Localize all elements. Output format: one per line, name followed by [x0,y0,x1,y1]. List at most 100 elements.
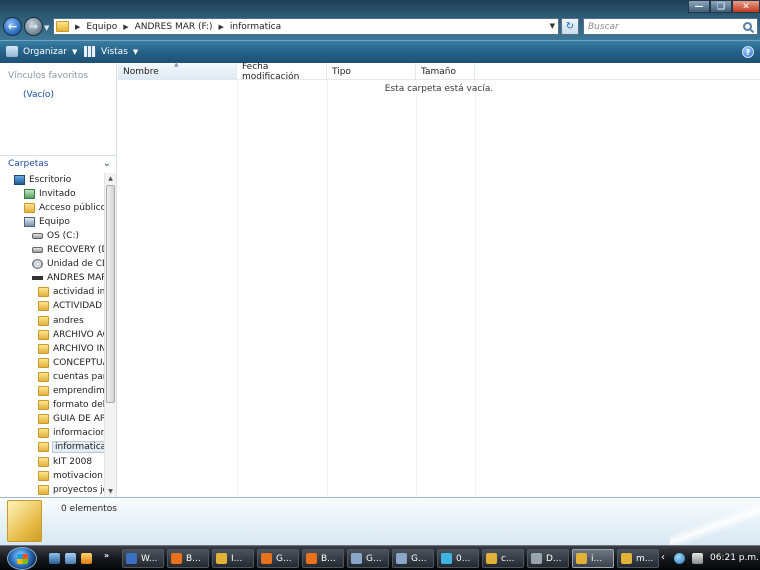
tree-item-label: OS (C:) [47,230,79,241]
tree-item-label: formato del [53,400,104,411]
forward-button[interactable]: → [24,17,43,36]
address-field[interactable]: ▶ Equipo ▶ ANDRES MAR (F:) ▶ informatica… [53,18,559,35]
minimize-button[interactable]: — [688,0,710,13]
taskbar-button[interactable]: D... [527,549,569,568]
column-divider [416,80,417,497]
taskbar-button-label: m... [636,553,654,564]
taskbar-button[interactable]: m... [617,549,659,568]
tree-item[interactable]: proyectos jo [38,483,104,496]
breadcrumb-equipo[interactable]: Equipo [82,22,121,32]
taskbar-button-label: G... [411,553,427,564]
tree-item[interactable]: informacion_ [38,427,104,440]
taskbar-button-label: D... [546,553,562,564]
column-header-row: Nombre ▲ Fecha modificación Tipo Tamaño [118,61,760,82]
tree-item[interactable]: ARCHIVO AC [38,328,104,341]
tree-item[interactable]: ACTIVIDAD ( [38,300,104,313]
taskbar-button[interactable]: c... [482,549,524,568]
chevron-right-icon[interactable]: ▶ [217,23,226,31]
tree-item[interactable]: RECOVERY (D:) [32,244,104,257]
clock[interactable]: 06:21 p.m. [710,553,759,563]
address-dropdown-icon[interactable]: ▼ [550,22,555,30]
search-input[interactable]: Buscar [583,18,758,35]
column-header-size[interactable]: Tamaño [416,63,475,80]
help-button[interactable]: ? [742,46,754,58]
taskbar-button-label: c... [501,553,515,564]
maximize-button[interactable]: ❑ [710,0,732,13]
tree-item[interactable]: CONCEPTUA [38,356,104,369]
tree-item[interactable]: formato del [38,399,104,412]
taskbar-button[interactable]: W... [122,549,164,568]
tree-item[interactable]: ANDRES MAR [32,272,104,285]
taskbar-button[interactable]: I... [212,549,254,568]
favorite-links-header[interactable]: Vínculos favoritos [8,71,88,81]
start-button[interactable] [7,547,37,570]
taskbar: » W... B... I... G... B... G... G... 0... c... D.… [0,545,760,570]
quick-launch-more-icon[interactable]: » [104,551,109,560]
column-header-type[interactable]: Tipo [327,63,416,80]
organize-button[interactable]: Organizar ▼ [6,46,77,57]
desktop-icon [14,174,25,185]
chevron-down-icon[interactable]: ⌄ [103,158,111,169]
back-button[interactable]: ← [3,17,22,36]
taskbar-button-label: G... [366,553,382,564]
taskbar-button[interactable]: B... [167,549,209,568]
chevron-down-icon[interactable]: ▼ [133,48,138,56]
organize-icon [6,46,18,57]
tree-item[interactable]: OS (C:) [32,229,79,242]
tree-item[interactable]: Escritorio [14,173,71,186]
tree-item-label: Acceso público [39,202,104,213]
tree-item[interactable]: andres [38,314,84,327]
volume-icon[interactable] [692,553,703,564]
folder-tree-scrollbar[interactable]: ▲ ▼ [104,173,116,497]
views-button[interactable]: Vistas ▼ [84,46,138,57]
tree-item[interactable]: Acceso público [24,201,104,214]
taskbar-button[interactable]: G... [392,549,434,568]
tree-item[interactable]: informatica [38,441,104,454]
views-icon [84,46,96,57]
tree-item[interactable]: ARCHIVO IN [38,342,104,355]
recent-pages-dropdown[interactable]: ▼ [44,24,49,32]
close-button[interactable]: ✕ [732,0,760,13]
scroll-up-icon[interactable]: ▲ [105,173,116,184]
app-icon [171,553,182,564]
taskbar-button[interactable]: G... [347,549,389,568]
tree-item[interactable]: cuentas para [38,370,104,383]
refresh-icon: ↻ [565,21,575,32]
tree-item[interactable]: Equipo [24,215,70,228]
folders-header[interactable]: Carpetas ⌄ [0,155,116,172]
media-player-icon[interactable] [81,553,92,564]
scrollbar-thumb[interactable] [106,185,115,403]
tree-item-label: emprendimi [53,386,104,396]
folder-icon [38,315,49,326]
taskbar-button[interactable]: i... [572,549,614,568]
tree-item[interactable]: motivacion l [38,469,104,482]
tree-item[interactable]: Unidad de CD [32,258,104,271]
taskbar-button[interactable]: 0... [437,549,479,568]
tree-item-label: ANDRES MAR [47,273,104,284]
scroll-down-icon[interactable]: ▼ [105,486,116,497]
show-hidden-icons[interactable]: ‹ [661,552,665,563]
show-desktop-icon[interactable] [49,553,60,564]
file-list[interactable]: Nombre ▲ Fecha modificación Tipo Tamaño … [118,61,760,497]
chevron-right-icon[interactable]: ▶ [121,23,130,31]
folder-icon [38,329,49,340]
refresh-button[interactable]: ↻ [561,18,579,35]
network-icon[interactable] [674,553,685,564]
column-header-name[interactable]: Nombre ▲ [118,61,237,80]
switch-windows-icon[interactable] [65,553,76,564]
tree-item[interactable]: emprendimi [38,385,104,398]
search-placeholder: Buscar [588,21,619,32]
tree-item[interactable]: kIT 2008 [38,455,92,468]
sort-ascending-icon: ▲ [174,61,179,68]
column-header-date[interactable]: Fecha modificación [237,62,327,82]
search-icon[interactable] [743,22,752,31]
app-icon [621,553,632,564]
tree-item[interactable]: actividad int [38,286,104,299]
breadcrumb-andres-mar[interactable]: ANDRES MAR (F:) [131,22,217,32]
tree-item[interactable]: Invitado [24,187,75,200]
breadcrumb-informatica[interactable]: informatica [226,22,285,32]
taskbar-button[interactable]: B... [302,549,344,568]
tree-item-label: ARCHIVO AC [53,329,104,340]
taskbar-button[interactable]: G... [257,549,299,568]
tree-item[interactable]: GUIA DE APR [38,413,104,426]
